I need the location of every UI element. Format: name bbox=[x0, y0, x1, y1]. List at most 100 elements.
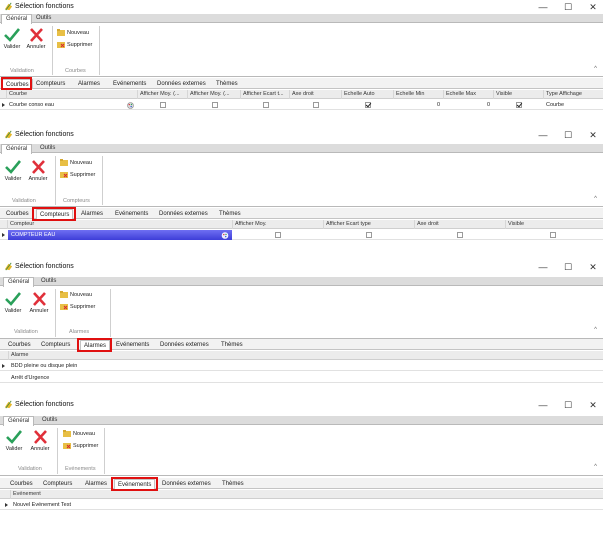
col-evenement[interactable]: Evénement bbox=[10, 490, 603, 499]
table-row[interactable]: COMPTEUR EAU bbox=[0, 230, 603, 240]
palette-icon[interactable] bbox=[127, 102, 134, 109]
supprimer-button[interactable]: Supprimer bbox=[60, 171, 95, 179]
valider-button[interactable]: Valider bbox=[1, 292, 25, 314]
close-button[interactable]: ✕ bbox=[587, 399, 599, 411]
tab-general[interactable]: Général bbox=[1, 144, 33, 154]
valider-button[interactable]: Valider bbox=[2, 430, 26, 452]
cell-echelle-min[interactable]: 0 bbox=[393, 100, 443, 110]
tab-general[interactable]: Général bbox=[3, 277, 35, 287]
collapse-ribbon-icon[interactable]: ^ bbox=[594, 196, 597, 202]
tab-outils[interactable]: Outils bbox=[38, 416, 61, 425]
nouveau-button[interactable]: Nouveau bbox=[63, 430, 95, 438]
checkbox-afficher-moy-2[interactable] bbox=[212, 102, 218, 108]
maximize-button[interactable]: ☐ bbox=[562, 1, 574, 13]
tab-outils[interactable]: Outils bbox=[36, 144, 59, 153]
supprimer-button[interactable]: Supprimer bbox=[57, 41, 92, 49]
close-button[interactable]: ✕ bbox=[587, 129, 599, 141]
cell-type-affichage[interactable]: Courbe bbox=[544, 100, 603, 110]
cell-alarme[interactable]: Arrêt d'Urgence bbox=[9, 373, 309, 383]
table-row[interactable]: Arrêt d'Urgence bbox=[0, 373, 603, 383]
minimize-button[interactable]: — bbox=[537, 129, 549, 141]
col-afficher-moy-1[interactable]: Afficher Moy. (... bbox=[137, 90, 187, 99]
tab-compteurs[interactable]: Compteurs bbox=[40, 479, 75, 489]
close-button[interactable]: ✕ bbox=[587, 261, 599, 273]
checkbox-afficher-ecart[interactable] bbox=[263, 102, 269, 108]
cell-compteur-name[interactable]: COMPTEUR EAU bbox=[9, 230, 209, 240]
maximize-button[interactable]: ☐ bbox=[562, 129, 574, 141]
tab-evenements[interactable]: Evénements bbox=[110, 79, 149, 89]
close-button[interactable]: ✕ bbox=[587, 1, 599, 13]
collapse-ribbon-icon[interactable]: ^ bbox=[594, 66, 597, 72]
checkbox-visible[interactable] bbox=[516, 102, 522, 108]
annuler-button[interactable]: Annuler bbox=[28, 430, 52, 452]
maximize-button[interactable]: ☐ bbox=[562, 399, 574, 411]
tab-donnees-externes[interactable]: Données externes bbox=[159, 479, 214, 489]
checkbox-axe-droit[interactable] bbox=[457, 232, 463, 238]
tab-compteurs[interactable]: Compteurs bbox=[38, 340, 73, 350]
annuler-button[interactable]: Annuler bbox=[26, 160, 50, 182]
col-visible[interactable]: Visible bbox=[493, 90, 543, 99]
col-visible[interactable]: Visible bbox=[505, 220, 603, 229]
tab-donnees-externes[interactable]: Données externes bbox=[157, 340, 212, 350]
tab-outils[interactable]: Outils bbox=[32, 14, 55, 23]
checkbox-afficher-moy-1[interactable] bbox=[160, 102, 166, 108]
checkbox-axe-droit[interactable] bbox=[313, 102, 319, 108]
valider-button[interactable]: Valider bbox=[0, 28, 24, 50]
checkbox-visible[interactable] bbox=[550, 232, 556, 238]
minimize-button[interactable]: — bbox=[537, 261, 549, 273]
col-afficher-ecart[interactable]: Afficher Ecart t... bbox=[240, 90, 289, 99]
annuler-button[interactable]: Annuler bbox=[27, 292, 51, 314]
col-afficher-moy-2[interactable]: Afficher Moy. (... bbox=[187, 90, 240, 99]
annuler-button[interactable]: Annuler bbox=[24, 28, 48, 50]
cell-echelle-max[interactable]: 0 bbox=[443, 100, 493, 110]
checkbox-afficher-moy[interactable] bbox=[275, 232, 281, 238]
tab-evenements[interactable]: Evénements bbox=[113, 340, 152, 350]
tab-outils[interactable]: Outils bbox=[37, 277, 60, 286]
tab-donnees-externes[interactable]: Données externes bbox=[156, 209, 211, 219]
col-courbe[interactable]: Courbe bbox=[6, 90, 137, 99]
palette-icon[interactable] bbox=[221, 231, 229, 239]
tab-general[interactable]: Général bbox=[3, 416, 35, 426]
cell-alarme[interactable]: BDD pleine ou disque plein bbox=[9, 361, 309, 371]
table-row[interactable]: Courbe conso eau 0 0 Courbe bbox=[0, 100, 603, 110]
col-echelle-auto[interactable]: Echelle Auto bbox=[341, 90, 393, 99]
minimize-button[interactable]: — bbox=[537, 399, 549, 411]
col-axe-droit[interactable]: Axe droit bbox=[414, 220, 505, 229]
col-type-affichage[interactable]: Type Affichage bbox=[543, 90, 603, 99]
tab-courbes[interactable]: Courbes bbox=[2, 79, 33, 89]
tab-alarmes[interactable]: Alarmes bbox=[78, 209, 106, 219]
col-axe-droit[interactable]: Axe droit bbox=[289, 90, 341, 99]
tab-courbes[interactable]: Courbes bbox=[7, 479, 36, 489]
tab-general[interactable]: Général bbox=[1, 14, 33, 24]
checkbox-afficher-ecart[interactable] bbox=[366, 232, 372, 238]
tab-themes[interactable]: Thèmes bbox=[213, 79, 241, 89]
tab-courbes[interactable]: Courbes bbox=[3, 209, 32, 219]
collapse-ribbon-icon[interactable]: ^ bbox=[594, 464, 597, 470]
tab-alarmes[interactable]: Alarmes bbox=[82, 479, 110, 489]
tab-evenements[interactable]: Evénements bbox=[114, 479, 156, 489]
tab-themes[interactable]: Thèmes bbox=[216, 209, 244, 219]
tab-donnees-externes[interactable]: Données externes bbox=[154, 79, 209, 89]
supprimer-button[interactable]: Supprimer bbox=[63, 442, 98, 450]
col-echelle-max[interactable]: Echelle Max bbox=[443, 90, 493, 99]
tab-themes[interactable]: Thèmes bbox=[219, 479, 247, 489]
nouveau-button[interactable]: Nouveau bbox=[60, 291, 92, 299]
checkbox-echelle-auto[interactable] bbox=[365, 102, 371, 108]
tab-alarmes[interactable]: Alarmes bbox=[75, 79, 103, 89]
col-echelle-min[interactable]: Echelle Min bbox=[393, 90, 443, 99]
col-compteur[interactable]: Compteur bbox=[7, 220, 232, 229]
tab-alarmes[interactable]: Alarmes bbox=[80, 340, 111, 350]
tab-themes[interactable]: Thèmes bbox=[218, 340, 246, 350]
maximize-button[interactable]: ☐ bbox=[562, 261, 574, 273]
minimize-button[interactable]: — bbox=[537, 1, 549, 13]
table-row[interactable]: Nouvel Evénement Test bbox=[0, 500, 603, 510]
collapse-ribbon-icon[interactable]: ^ bbox=[594, 327, 597, 333]
table-row[interactable]: BDD pleine ou disque plein bbox=[0, 361, 603, 371]
nouveau-button[interactable]: Nouveau bbox=[60, 159, 92, 167]
supprimer-button[interactable]: Supprimer bbox=[60, 303, 95, 311]
tab-courbes[interactable]: Courbes bbox=[5, 340, 34, 350]
tab-evenements[interactable]: Evénements bbox=[112, 209, 151, 219]
cell-courbe-name[interactable]: Courbe conso eau bbox=[7, 100, 125, 110]
tab-compteurs[interactable]: Compteurs bbox=[33, 79, 68, 89]
col-alarme[interactable]: Alarme bbox=[8, 351, 603, 360]
